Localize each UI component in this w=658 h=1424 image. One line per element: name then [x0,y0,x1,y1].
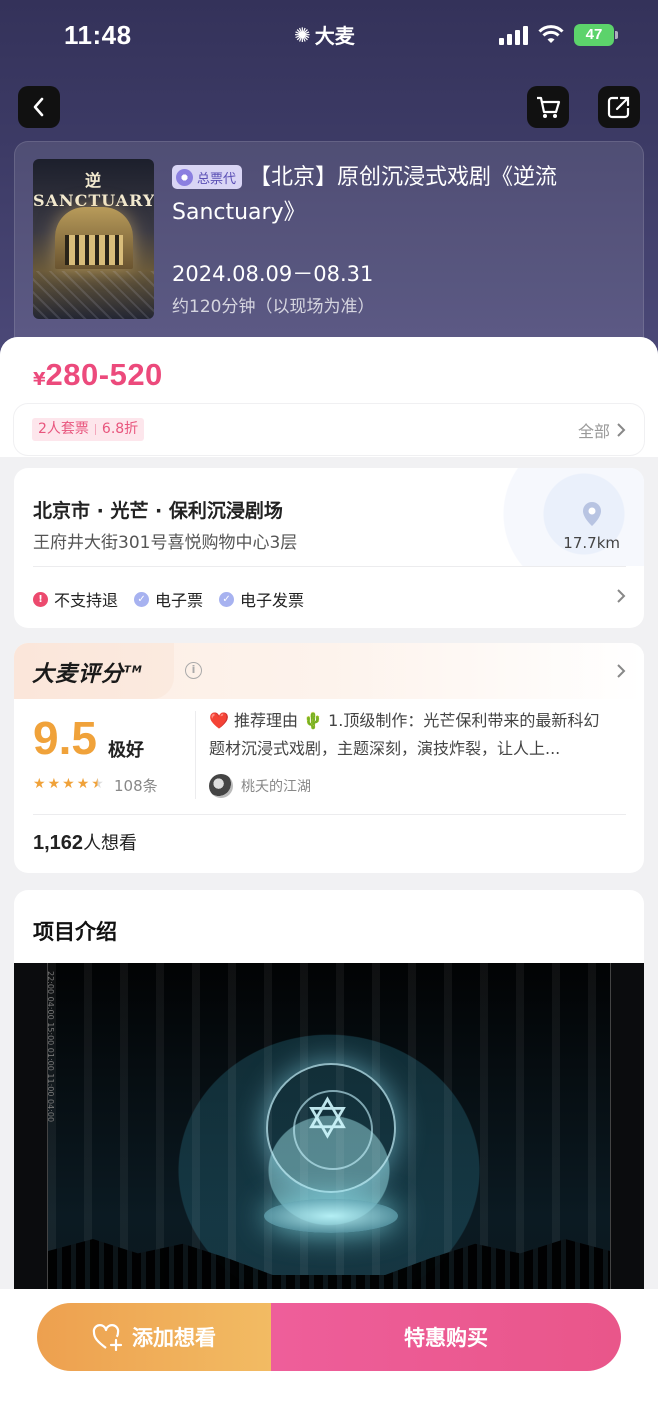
reviewer-name: 桃夭的江湖 [241,779,311,795]
cart-button[interactable] [527,86,569,128]
intro-title: 项目介绍 [33,920,117,944]
magic-circle-art [266,1063,396,1193]
star-icon: ★ [62,776,75,792]
battery-indicator: 47 [574,24,618,46]
cart-icon [537,96,561,118]
price-value: 280-520 [45,357,163,392]
poster-pattern [33,271,154,319]
divider [195,711,196,799]
promo-tag-package: 2人套票 [38,421,89,437]
status-bar: 11:48 ✺ 大麦 47 [0,0,658,72]
want-label: 人想看 [83,833,138,854]
want-count: 1,162 [33,832,84,854]
back-button[interactable] [18,86,60,128]
event-summary-card: 逆SANCTUARY流 【北京】原创沉浸式戏剧《逆流Sanctuary》 总票代… [14,141,644,351]
chevron-left-icon [33,97,44,117]
film-labels: 22:00 04:00 15:00 01:00 11:00 04:00 [619,971,644,1122]
star-icon: ★ [33,776,46,792]
damai-logo-icon: ✺ [294,22,311,47]
price-range: ¥280-520 [33,357,163,393]
service-label: 不支持退 [54,591,119,610]
agency-badge: 总票代 [172,165,243,189]
promo-all-link[interactable]: 全部 [578,418,626,442]
status-brand-label: 大麦 [314,24,355,48]
promo-tag: 2人套票 6.8折 [32,418,145,441]
chevron-right-icon[interactable] [616,663,626,679]
event-duration: 约120分钟（以现场为准） [172,297,375,317]
reviewer[interactable]: 桃夭的江湖 [209,774,311,798]
status-brand: ✺ 大麦 [294,20,355,49]
chevron-right-icon [617,423,626,437]
venue-card[interactable]: 17.7km 北京市 · 光芒 · 保利沉浸剧场 王府井大街301号喜悦购物中心… [14,468,644,628]
glowing-platform-art [264,1199,398,1233]
rating-stars: ★ ★ ★ ★ ★ [33,776,104,792]
service-e-ticket: ✓ 电子票 [134,587,203,611]
service-label: 电子票 [155,591,204,610]
warning-icon: ! [33,591,48,607]
signal-icon [499,25,528,45]
bottom-action-bar: 添加想看 特惠购买 [0,1289,658,1424]
check-icon: ✓ [219,591,235,607]
rating-brand-label: 大麦评分 [32,662,125,687]
service-e-invoice: ✓ 电子发票 [219,587,304,611]
rating-card[interactable]: 大麦评分TM i 9.5 极好 ★ ★ ★ ★ ★ 108条 ❤️ 推荐理由 🌵 1.顶… [14,643,644,873]
event-date: 2024.08.09－08.31 [172,262,374,286]
check-icon: ✓ [134,591,150,607]
promo-card[interactable]: 2人套票 6.8折 全部 [14,404,644,455]
promo-tag-divider [94,424,96,435]
event-poster[interactable]: 逆SANCTUARY流 [33,159,154,319]
wifi-icon [538,25,564,43]
detail-sheet: ¥280-520 2人套票 6.8折 全部 17.7km 北京市 · 光芒 · … [0,337,658,1424]
add-to-wishlist-button[interactable]: 添加想看 [37,1303,271,1371]
trademark: TM [124,664,143,676]
location-pin-icon [583,502,601,526]
divider [33,566,626,567]
chevron-right-icon [617,589,626,603]
rating-score: 9.5 [33,712,97,764]
rating-brand-logo: 大麦评分TM [32,656,143,688]
share-icon [607,96,630,119]
poster-building-art [55,207,133,269]
star-icon: ★ [76,776,90,792]
service-label: 电子发票 [240,591,305,610]
avatar [209,774,233,798]
status-time: 11:48 [64,20,132,50]
divider [33,814,626,815]
cta-group: 添加想看 特惠购买 [37,1303,621,1371]
star-half-icon: ★ [91,776,104,792]
status-indicators: 47 [499,24,618,46]
want-see-count: 1,162人想看 [33,829,137,855]
promo-all-label: 全部 [577,422,610,441]
info-icon[interactable]: i [185,662,202,679]
promo-tag-discount: 6.8折 [101,421,139,437]
agency-logo-icon [176,168,193,186]
service-tags[interactable]: ! 不支持退 ✓ 电子票 ✓ 电子发票 [33,587,304,611]
service-no-refund: ! 不支持退 [33,587,118,611]
add-to-wishlist-label: 添加想看 [132,1326,216,1350]
rating-score-word: 极好 [108,740,144,761]
share-button[interactable] [598,86,640,128]
venue-distance: 17.7km [563,534,620,552]
price-currency: ¥ [33,369,46,390]
heart-plus-icon [92,1324,123,1351]
agency-badge-label: 总票代 [197,171,237,187]
film-labels: 22:00 04:00 15:00 01:00 11:00 04:00 [46,971,55,1123]
venue-name: 北京市 · 光芒 · 保利沉浸剧场 [33,500,283,522]
star-icon: ★ [47,776,61,792]
venue-address: 王府井大街301号喜悦购物中心3层 [33,533,298,553]
review-count[interactable]: 108条 [114,775,158,796]
buy-button[interactable]: 特惠购买 [271,1303,621,1371]
recommend-reason[interactable]: ❤️ 推荐理由 🌵 1.顶级制作：光芒保利带来的最新科幻题材沉浸式戏剧，主题深刻… [209,707,614,763]
